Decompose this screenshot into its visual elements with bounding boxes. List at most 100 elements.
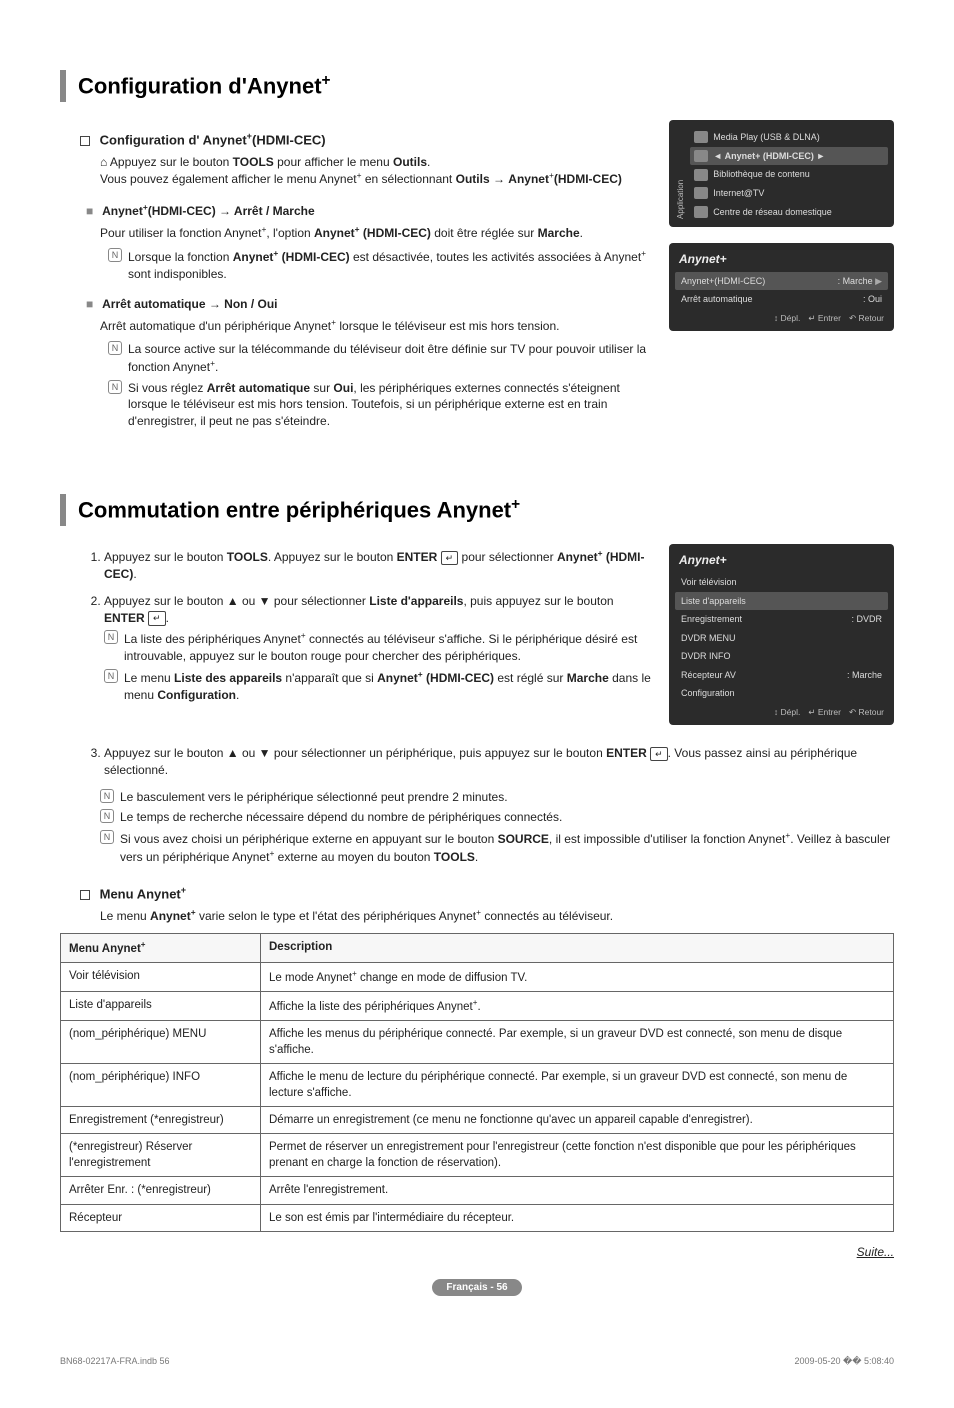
section-switch-anynet: Commutation entre périphériques Anynet+ … xyxy=(60,494,894,1295)
item2-head-text: Arrêt automatique → Non / Oui xyxy=(102,297,277,311)
table-row: Enregistrement (*enregistreur)Démarre un… xyxy=(61,1107,894,1134)
note-icon: N xyxy=(104,669,118,683)
note2-text: La source active sur la télécommande du … xyxy=(128,341,651,376)
t: Le temps de recherche nécessaire dépend … xyxy=(120,809,562,826)
t: ENTER xyxy=(104,611,145,625)
menu-item-icon xyxy=(694,206,708,218)
note1-text: Lorsque la fonction Anynet+ (HDMI-CEC) e… xyxy=(128,248,651,283)
table-row: Liste d'appareilsAffiche la liste des pé… xyxy=(61,991,894,1020)
t: Anynet xyxy=(557,550,598,564)
section2-left: Appuyez sur le bouton TOOLS. Appuyez sur… xyxy=(60,544,651,741)
osd-footer: ↕ Dépl. ↵ Entrer ↶ Retour xyxy=(675,703,888,719)
arrow: → xyxy=(490,172,509,186)
osd-app-item-label: Bibliothèque de contenu xyxy=(713,168,810,181)
section2-title: Commutation entre périphériques Anynet+ xyxy=(60,494,894,526)
osd-row-value: : DVDR xyxy=(851,613,882,626)
steps-list: Appuyez sur le bouton TOOLS. Appuyez sur… xyxy=(86,548,651,703)
footer-left: BN68-02217A-FRA.indb 56 xyxy=(60,1355,170,1368)
step-3: Appuyez sur le bouton ▲ ou ▼ pour sélect… xyxy=(104,745,894,779)
enter-icon: ↵ xyxy=(808,313,815,323)
page-label: Français - 56 xyxy=(432,1279,521,1296)
cell-menu: (nom_périphérique) MENU xyxy=(61,1020,261,1063)
p2a: Vous pouvez également afficher le menu A… xyxy=(100,172,357,186)
table-row: Voir télévisionLe mode Anynet+ change en… xyxy=(61,962,894,991)
step2-note2: N Le menu Liste des appareils n'apparaît… xyxy=(104,669,651,704)
table-row: RécepteurLe son est émis par l'intermédi… xyxy=(61,1204,894,1231)
bottom-note1: N Le basculement vers le périphérique sé… xyxy=(100,789,894,806)
square-bullet-icon: ■ xyxy=(86,297,93,311)
item1-head-a: Anynet xyxy=(102,204,143,218)
p1-tools: TOOLS xyxy=(233,155,274,169)
th-desc: Description xyxy=(261,934,894,963)
table-row: (nom_périphérique) MENUAffiche les menus… xyxy=(61,1020,894,1063)
t: pour sélectionner xyxy=(458,550,557,564)
osd-row-value: : Marche xyxy=(847,669,882,682)
t: Anynet xyxy=(314,226,355,240)
t: Appuyez sur le bouton ▲ ou ▼ pour sélect… xyxy=(104,594,369,608)
t: . Appuyez sur le bouton xyxy=(268,550,397,564)
table-row: Arrêter Enr. : (*enregistreur)Arrête l'e… xyxy=(61,1177,894,1204)
t: Le menu Liste des appareils n'apparaît q… xyxy=(124,669,651,704)
t: sur xyxy=(310,381,333,395)
section-config-anynet: Configuration d'Anynet+ Configuration d'… xyxy=(60,70,894,434)
table-header-row: Menu Anynet+ Description xyxy=(61,934,894,963)
triangle-right-icon: ► xyxy=(814,151,825,161)
th-menu: Menu Anynet+ xyxy=(61,934,261,963)
footer-right: 2009-05-20 �� 5:08:40 xyxy=(794,1355,894,1368)
cell-desc: Arrête l'enregistrement. xyxy=(261,1177,894,1204)
t: Liste des appareils xyxy=(174,671,282,685)
osd-anynet-device-list: Anynet+ Voir télévisionListe d'appareils… xyxy=(669,544,894,725)
note3-text: Si vous réglez Arrêt automatique sur Oui… xyxy=(128,380,651,430)
osd-brand: Anynet+ xyxy=(675,251,888,272)
section1-title: Configuration d'Anynet+ xyxy=(60,70,894,102)
t: (HDMI-CEC) xyxy=(360,226,431,240)
osd-row: Récepteur AV: Marche xyxy=(675,666,888,685)
section1-right: Application Media Play (USB & DLNA)◄ Any… xyxy=(669,120,894,434)
menu-item-icon xyxy=(694,150,708,162)
t: Si vous réglez xyxy=(128,381,207,395)
osd-row-label: Anynet+(HDMI-CEC) xyxy=(681,275,765,288)
menu-intro: Le menu Anynet+ varie selon le type et l… xyxy=(100,907,894,925)
entrer-hint: ↵ Entrer xyxy=(808,707,841,719)
t: Lorsque la fonction xyxy=(128,250,233,264)
osd-row: DVDR MENU xyxy=(675,629,888,648)
osd-app-item: Bibliothèque de contenu xyxy=(690,165,888,184)
menu-item-icon xyxy=(694,131,708,143)
depl-hint: ↕ Dépl. xyxy=(774,313,800,325)
enter-icon: ↵ xyxy=(441,551,459,566)
return-icon: ↶ xyxy=(849,313,856,323)
t: Le menu xyxy=(124,671,174,685)
osd-sidebar-label: Application xyxy=(675,128,686,221)
t: varie selon le type et l'état des périph… xyxy=(196,909,476,923)
t: Si vous avez choisi un périphérique exte… xyxy=(120,830,894,866)
note-icon: N xyxy=(100,789,114,803)
p2-outils: Outils xyxy=(456,172,490,186)
depl-icon: ↕ xyxy=(774,707,778,717)
osd-app-item: ◄ Anynet+ (HDMI-CEC) ► xyxy=(690,147,888,166)
t: Le basculement vers le périphérique séle… xyxy=(120,789,508,806)
osd-app-items: Media Play (USB & DLNA)◄ Anynet+ (HDMI-C… xyxy=(690,128,888,221)
sup: + xyxy=(641,248,646,258)
osd-app-item: Internet@TV xyxy=(690,184,888,203)
osd-row: Enregistrement : DVDR xyxy=(675,610,888,629)
t: TOOLS xyxy=(227,550,268,564)
menu-item-icon xyxy=(694,169,708,181)
osd-row-label: Enregistrement xyxy=(681,613,742,626)
t: . xyxy=(215,360,218,374)
t: Retour xyxy=(858,313,884,323)
checkbox-icon xyxy=(80,890,90,900)
depl-icon: ↕ xyxy=(774,313,778,323)
t: Oui xyxy=(333,381,353,395)
table-body: Voir télévisionLe mode Anynet+ change en… xyxy=(61,962,894,1231)
osd-row-label: DVDR MENU xyxy=(681,632,736,645)
note-icon: N xyxy=(108,341,122,355)
t: Pour utiliser la fonction Anynet xyxy=(100,226,261,240)
bottom-note2: N Le temps de recherche nécessaire dépen… xyxy=(100,809,894,826)
t: . xyxy=(580,226,583,240)
t: . xyxy=(475,850,478,864)
item2-head: ■ Arrêt automatique → Non / Oui xyxy=(86,296,651,313)
triangle-left-icon: ◄ xyxy=(713,151,724,161)
menu-item-icon xyxy=(694,187,708,199)
p2-anynet: Anynet xyxy=(508,172,549,186)
note-icon: N xyxy=(108,248,122,262)
